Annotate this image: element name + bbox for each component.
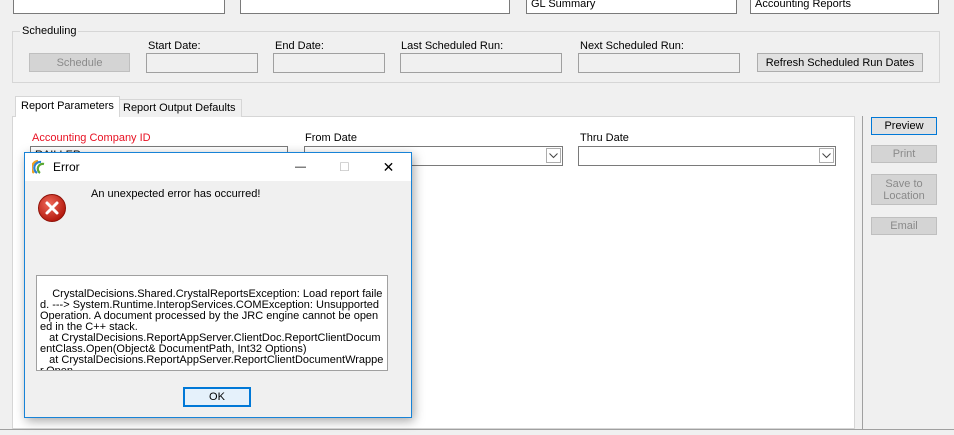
chevron-down-icon[interactable] (819, 148, 834, 163)
schedule-button[interactable]: Schedule (29, 53, 130, 72)
bottom-divider (0, 429, 954, 430)
dialog-titlebar[interactable]: Error — ☐ ✕ (25, 153, 411, 181)
error-details-text: CrystalDecisions.Shared.CrystalReportsEx… (40, 288, 384, 371)
side-divider (862, 116, 863, 429)
start-date-label: Start Date: (148, 40, 201, 52)
tab-report-parameters[interactable]: Report Parameters (15, 96, 120, 117)
report-name-value: GL Summary (531, 0, 596, 10)
from-date-label: From Date (305, 132, 357, 144)
start-date-field[interactable] (146, 53, 258, 73)
next-run-field[interactable] (578, 53, 740, 73)
category-value: Accounting Reports (755, 0, 851, 10)
top-field-1[interactable] (13, 0, 225, 14)
error-details-textbox[interactable]: CrystalDecisions.Shared.CrystalReportsEx… (36, 275, 388, 371)
chevron-down-icon[interactable] (546, 148, 561, 163)
minimize-button[interactable]: — (278, 153, 323, 181)
thru-date-combo[interactable] (578, 146, 836, 166)
last-run-label: Last Scheduled Run: (401, 40, 504, 52)
close-button[interactable]: ✕ (366, 153, 411, 181)
end-date-field[interactable] (273, 53, 385, 73)
refresh-run-dates-button[interactable]: Refresh Scheduled Run Dates (757, 53, 923, 72)
top-field-2[interactable] (240, 0, 510, 14)
scheduling-group-label: Scheduling (20, 25, 79, 37)
next-run-label: Next Scheduled Run: (580, 40, 684, 52)
category-field[interactable]: Accounting Reports (750, 0, 939, 14)
minimize-icon: — (295, 161, 306, 173)
maximize-button[interactable]: ☐ (322, 153, 367, 181)
print-button[interactable]: Print (871, 145, 937, 163)
preview-button[interactable]: Preview (871, 117, 937, 135)
error-icon (37, 193, 67, 226)
maximize-icon: ☐ (339, 160, 350, 174)
error-message: An unexpected error has occurred! (91, 188, 261, 200)
close-icon: ✕ (382, 158, 395, 175)
save-to-location-button[interactable]: Save to Location (871, 174, 937, 205)
dialog-title: Error (53, 160, 80, 174)
end-date-label: End Date: (275, 40, 324, 52)
error-dialog: Error — ☐ ✕ An unexpected error has occu… (24, 152, 412, 418)
app-logo-icon (30, 159, 48, 178)
tab-report-output-defaults[interactable]: Report Output Defaults (118, 99, 242, 117)
thru-date-label: Thru Date (580, 132, 629, 144)
ok-button[interactable]: OK (183, 387, 251, 407)
email-button[interactable]: Email (871, 217, 937, 235)
report-name-field[interactable]: GL Summary (526, 0, 737, 14)
company-id-label: Accounting Company ID (32, 132, 151, 144)
last-run-field[interactable] (400, 53, 562, 73)
